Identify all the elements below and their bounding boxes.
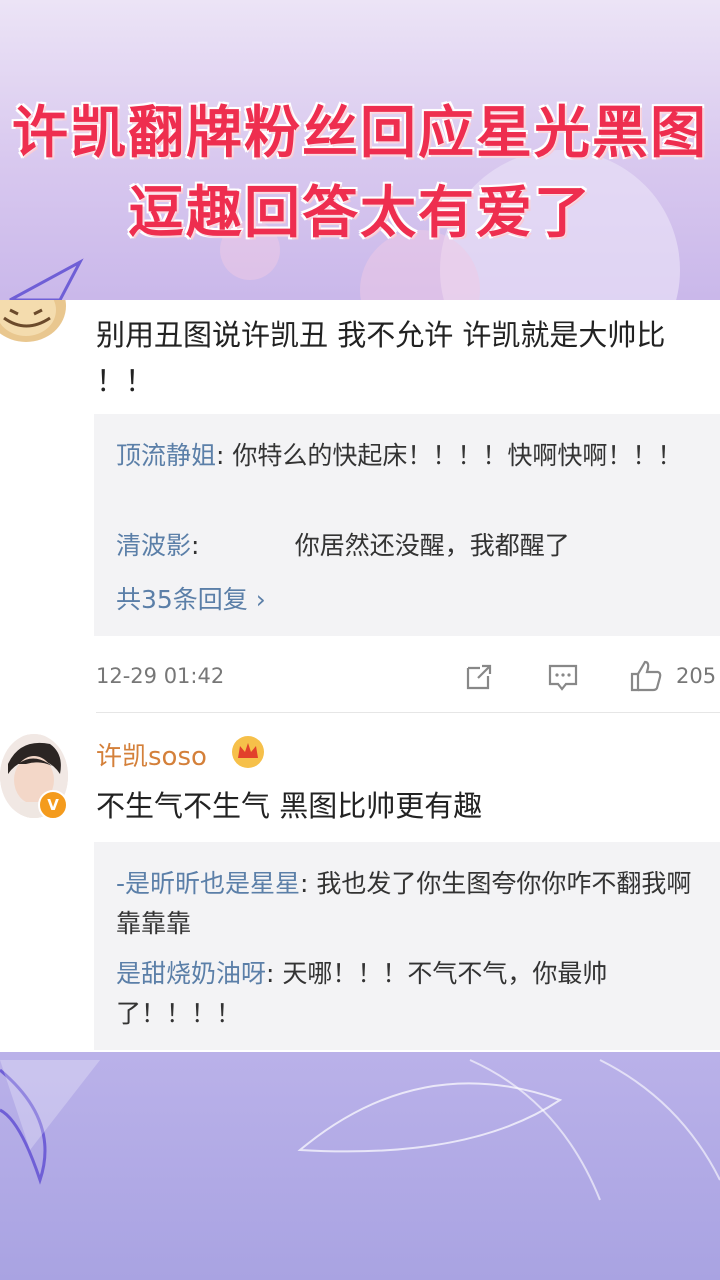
- comment-text: 不生气不生气 黑图比帅更有趣: [96, 789, 483, 823]
- like-count: 205: [676, 664, 717, 688]
- reply-username[interactable]: 顶流静姐: [116, 441, 216, 470]
- reply-item[interactable]: 顶流静姐: 你特么的快起床！！！！快啊快啊！！！: [116, 436, 696, 476]
- crown-icon: [232, 736, 264, 768]
- reply-item[interactable]: 清波影: 你居然还没醒，我都醒了: [116, 526, 696, 566]
- reply-text: : 你居然还没醒，我都醒了: [191, 531, 570, 560]
- timestamp: 12-29 01:42: [96, 664, 225, 688]
- divider: [96, 712, 720, 713]
- comment-text: 别用丑图说许凯丑 我不允许 许凯就是大帅比 ！！: [96, 318, 666, 398]
- thumbs-up-icon[interactable]: [628, 658, 664, 694]
- reply-item[interactable]: 是甜烧奶油呀: 天哪！！！不气不气，你最帅了！！！！: [116, 954, 696, 1034]
- reply-item[interactable]: -是昕昕也是星星: 我也发了你生图夸你你咋不翻我啊靠靠靠: [116, 864, 696, 944]
- reply-username[interactable]: -是昕昕也是星星: [116, 869, 300, 898]
- more-replies-link[interactable]: 共35条回复 ›: [116, 580, 266, 616]
- post-username[interactable]: 许凯soso: [96, 736, 207, 773]
- share-icon[interactable]: [462, 660, 496, 694]
- reply-text: : 你特么的快起床！！！！快啊快啊！！！: [216, 441, 683, 470]
- avatar[interactable]: [0, 300, 68, 344]
- tiger-avatar-icon: [0, 300, 66, 342]
- reply-username[interactable]: 清波影: [116, 531, 191, 560]
- comment-icon[interactable]: [546, 660, 580, 694]
- headline-line2: 逗趣回答太有爱了: [127, 179, 592, 247]
- headline-line1: 许凯翻牌粉丝回应星光黑图: [11, 99, 708, 167]
- verified-badge-icon: V: [38, 790, 68, 820]
- reply-username[interactable]: 是甜烧奶油呀: [116, 959, 266, 988]
